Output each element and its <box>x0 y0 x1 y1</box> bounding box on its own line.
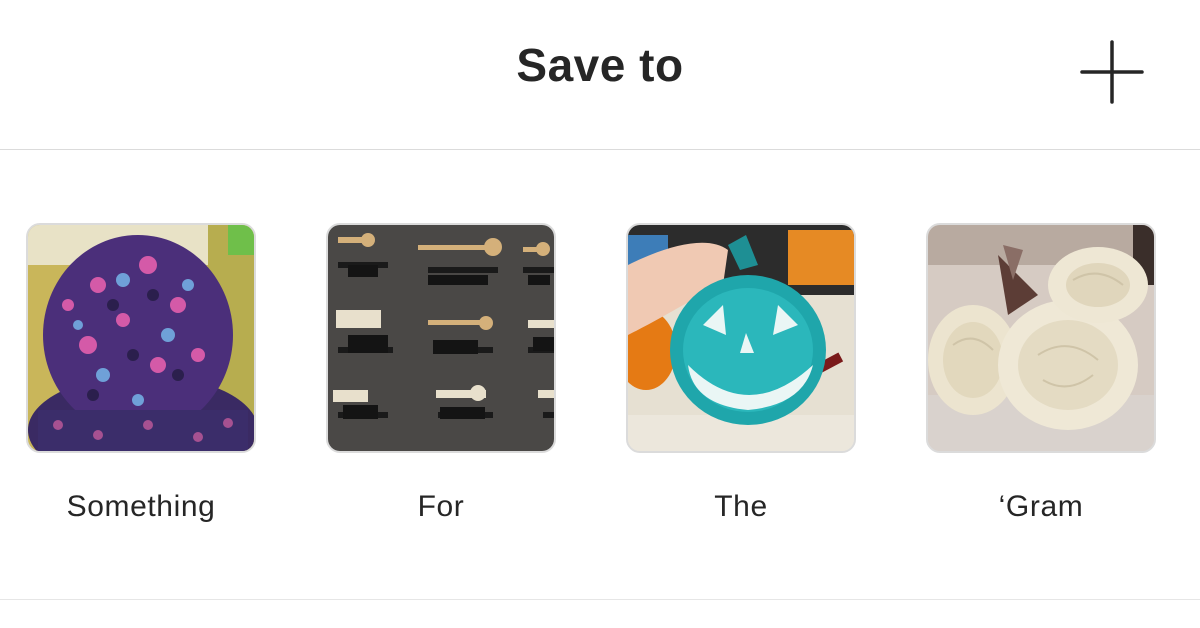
collection-thumbnail <box>926 223 1156 453</box>
knit-hat-image <box>28 225 254 451</box>
collection-item[interactable]: For <box>326 223 556 524</box>
collection-name: ‘Gram <box>998 490 1084 523</box>
collection-name: Something <box>66 490 216 523</box>
collection-item[interactable]: ‘Gram <box>926 223 1156 524</box>
collection-item[interactable]: Something <box>26 223 256 524</box>
collection-list: Something For The ‘Gram <box>0 150 1200 600</box>
keys-wall-image <box>328 225 554 451</box>
collection-name: The <box>714 490 768 523</box>
page-title: Save to <box>516 39 684 91</box>
new-collection-button[interactable] <box>1080 40 1144 104</box>
teal-pumpkin-image <box>628 225 854 451</box>
collection-thumbnail <box>626 223 856 453</box>
white-roses-image <box>928 225 1154 451</box>
modal-header: Save to <box>0 0 1200 150</box>
collection-item[interactable]: The <box>626 223 856 524</box>
collection-thumbnail <box>26 223 256 453</box>
collection-thumbnail <box>326 223 556 453</box>
collection-name: For <box>417 490 465 523</box>
plus-icon <box>1080 40 1144 104</box>
